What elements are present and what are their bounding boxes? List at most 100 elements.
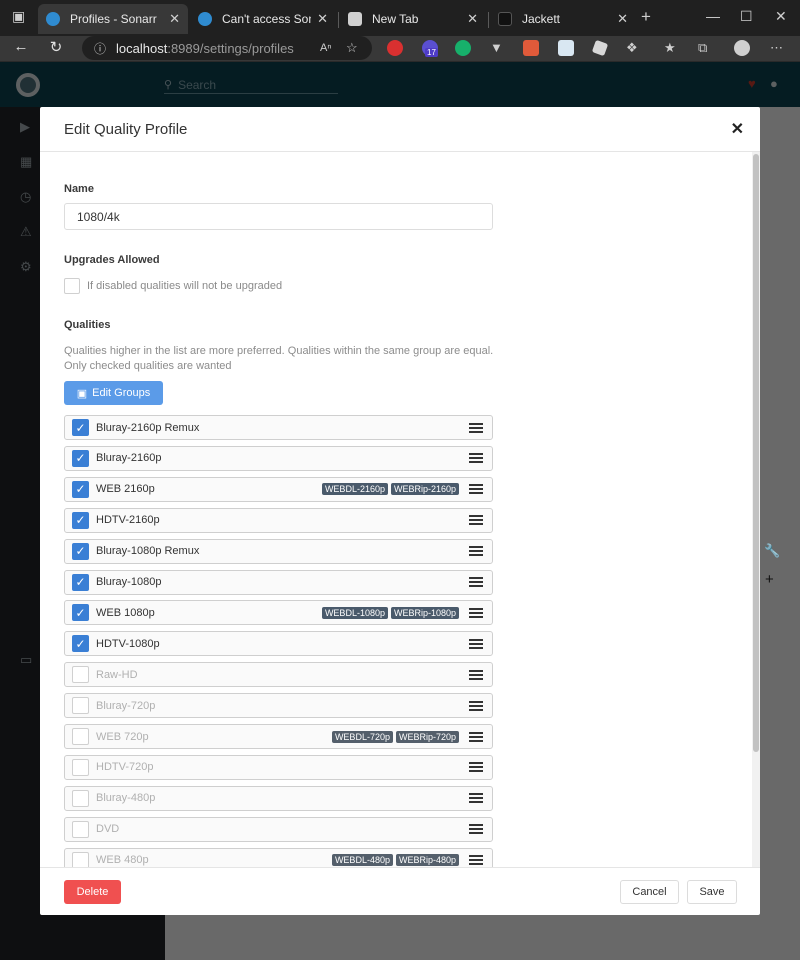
drag-handle-icon[interactable] <box>469 546 483 557</box>
drag-handle-icon[interactable] <box>469 762 483 773</box>
collections-icon[interactable]: ⧉ <box>698 40 714 56</box>
drag-handle-bar <box>469 704 483 707</box>
drag-handle-icon[interactable] <box>469 453 483 464</box>
quality-row[interactable]: Raw-HD <box>64 662 493 688</box>
browser-tab-cant-access[interactable]: Can't access Sonarr on … ✕ <box>190 6 336 32</box>
drag-handle-bar <box>469 488 483 491</box>
quality-checkbox[interactable] <box>72 820 89 838</box>
upgrades-allowed-checkbox[interactable] <box>64 278 80 294</box>
checkmark-icon: ✓ <box>75 605 86 620</box>
quality-row[interactable]: DVD <box>64 816 493 842</box>
quality-checkbox[interactable] <box>72 758 89 776</box>
scrollbar-thumb[interactable] <box>753 154 759 752</box>
quality-row[interactable]: WEB 480p WEBDL-480p WEBRip-480p <box>64 847 493 867</box>
drag-handle-icon[interactable] <box>469 793 483 804</box>
quality-name: Raw-HD <box>96 668 138 681</box>
quality-row[interactable]: ✓ WEB 2160p WEBDL-2160p WEBRip-2160p <box>64 476 493 502</box>
quality-row[interactable]: WEB 720p WEBDL-720p WEBRip-720p <box>64 724 493 749</box>
drag-handle-icon[interactable] <box>469 484 483 495</box>
close-window-icon[interactable]: ✕ <box>775 8 787 25</box>
quality-tag: WEBDL-1080p <box>321 606 388 619</box>
drag-handle-icon[interactable] <box>469 607 483 618</box>
profile-avatar-icon[interactable] <box>734 40 750 56</box>
adblock-extension-icon[interactable] <box>387 40 403 56</box>
quality-checkbox[interactable]: ✓ <box>72 419 89 436</box>
new-tab-button[interactable]: + <box>641 7 651 27</box>
minimize-icon[interactable]: — <box>706 8 720 24</box>
save-button[interactable]: Save <box>687 880 737 904</box>
quality-checkbox[interactable] <box>72 697 89 715</box>
close-tab-icon[interactable]: ✕ <box>317 11 328 27</box>
checkmark-icon: ✓ <box>75 575 86 589</box>
quality-row[interactable]: Bluray-720p <box>64 693 493 719</box>
drag-handle-bar <box>469 863 483 866</box>
drag-handle-bar <box>469 453 483 456</box>
delete-button[interactable]: Delete <box>64 880 121 904</box>
extensions-puzzle-icon[interactable]: ❖ <box>626 40 642 56</box>
close-tab-icon[interactable]: ✕ <box>467 11 478 27</box>
name-input[interactable] <box>64 203 493 230</box>
quality-checkbox[interactable]: ✓ <box>72 542 89 560</box>
site-info-icon[interactable]: ⓘ <box>94 40 106 57</box>
browser-tab-profiles[interactable]: Profiles - Sonarr ✕ <box>38 4 188 34</box>
vue-extension-icon[interactable]: ▼ <box>490 40 506 56</box>
drag-handle-icon[interactable] <box>469 669 483 680</box>
quality-checkbox[interactable]: ✓ <box>72 511 89 529</box>
quality-row[interactable]: ✓ Bluray-2160p <box>64 445 493 471</box>
edit-groups-button[interactable]: ▣ Edit Groups <box>64 381 163 405</box>
back-icon[interactable]: ← <box>10 38 32 55</box>
qualities-help: Qualities higher in the list are more pr… <box>64 345 494 372</box>
quality-checkbox[interactable]: ✓ <box>72 573 89 591</box>
close-tab-icon[interactable]: ✕ <box>617 11 628 27</box>
snip-extension-icon[interactable] <box>558 40 574 56</box>
quality-checkbox[interactable] <box>72 789 89 807</box>
address-bar[interactable]: ⓘ localhost:8989/settings/profiles Aⁿ ☆ <box>82 36 372 60</box>
quality-row[interactable]: ✓ HDTV-1080p <box>64 631 493 657</box>
quality-row[interactable]: ✓ Bluray-1080p Remux <box>64 538 493 564</box>
grammarly-extension-icon[interactable] <box>455 40 471 56</box>
quality-row[interactable]: ✓ Bluray-1080p <box>64 569 493 595</box>
drag-handle-icon[interactable] <box>469 515 483 526</box>
quality-checkbox[interactable]: ✓ <box>72 635 89 653</box>
quality-tag: WEBRip-720p <box>395 730 459 743</box>
quality-checkbox[interactable]: ✓ <box>72 449 89 467</box>
browser-tab-new-tab[interactable]: New Tab ✕ <box>340 6 486 32</box>
close-icon[interactable]: ✕ <box>731 119 744 139</box>
refresh-icon[interactable]: ↻ <box>45 38 67 56</box>
modal-scrollbar[interactable] <box>752 152 760 867</box>
quality-row[interactable]: HDTV-720p <box>64 754 493 780</box>
drag-handle-bar <box>469 515 483 518</box>
drag-handle-bar <box>469 581 483 583</box>
drag-handle-icon[interactable] <box>469 700 483 711</box>
quality-checkbox[interactable]: ✓ <box>72 480 89 498</box>
quality-row[interactable]: ✓ HDTV-2160p <box>64 507 493 533</box>
ticket-extension-icon[interactable] <box>591 39 609 57</box>
browser-tab-jackett[interactable]: Jackett ✕ <box>490 6 636 32</box>
tab-actions-icon[interactable]: ▣ <box>12 8 25 25</box>
favorite-star-icon[interactable]: ☆ <box>346 40 358 56</box>
drag-handle-bar <box>469 607 483 610</box>
drag-handle-icon[interactable] <box>469 422 483 433</box>
drag-handle-icon[interactable] <box>469 638 483 649</box>
drag-handle-icon[interactable] <box>469 855 483 866</box>
close-tab-icon[interactable]: ✕ <box>169 11 180 27</box>
drag-handle-icon[interactable] <box>469 577 483 587</box>
quality-checkbox[interactable] <box>72 666 89 684</box>
more-options-icon[interactable]: ⋯ <box>770 40 786 56</box>
quality-row[interactable]: ✓ Bluray-2160p Remux <box>64 415 493 440</box>
quality-checkbox[interactable]: ✓ <box>72 604 89 622</box>
figma-extension-icon[interactable] <box>523 40 539 56</box>
drag-handle-bar <box>469 770 483 773</box>
drag-handle-icon[interactable] <box>469 824 483 835</box>
quality-checkbox[interactable] <box>72 851 89 867</box>
drag-handle-icon[interactable] <box>469 731 483 742</box>
read-aloud-icon[interactable]: Aⁿ <box>320 42 331 54</box>
cancel-button[interactable]: Cancel <box>620 880 679 904</box>
favorites-icon[interactable]: ★ <box>664 40 680 56</box>
quality-row[interactable]: Bluray-480p <box>64 785 493 811</box>
jackett-favicon-icon <box>498 12 512 26</box>
quality-row[interactable]: ✓ WEB 1080p WEBDL-1080p WEBRip-1080p <box>64 600 493 626</box>
drag-handle-bar <box>469 457 483 460</box>
maximize-icon[interactable]: ☐ <box>740 8 753 25</box>
quality-checkbox[interactable] <box>72 728 89 745</box>
